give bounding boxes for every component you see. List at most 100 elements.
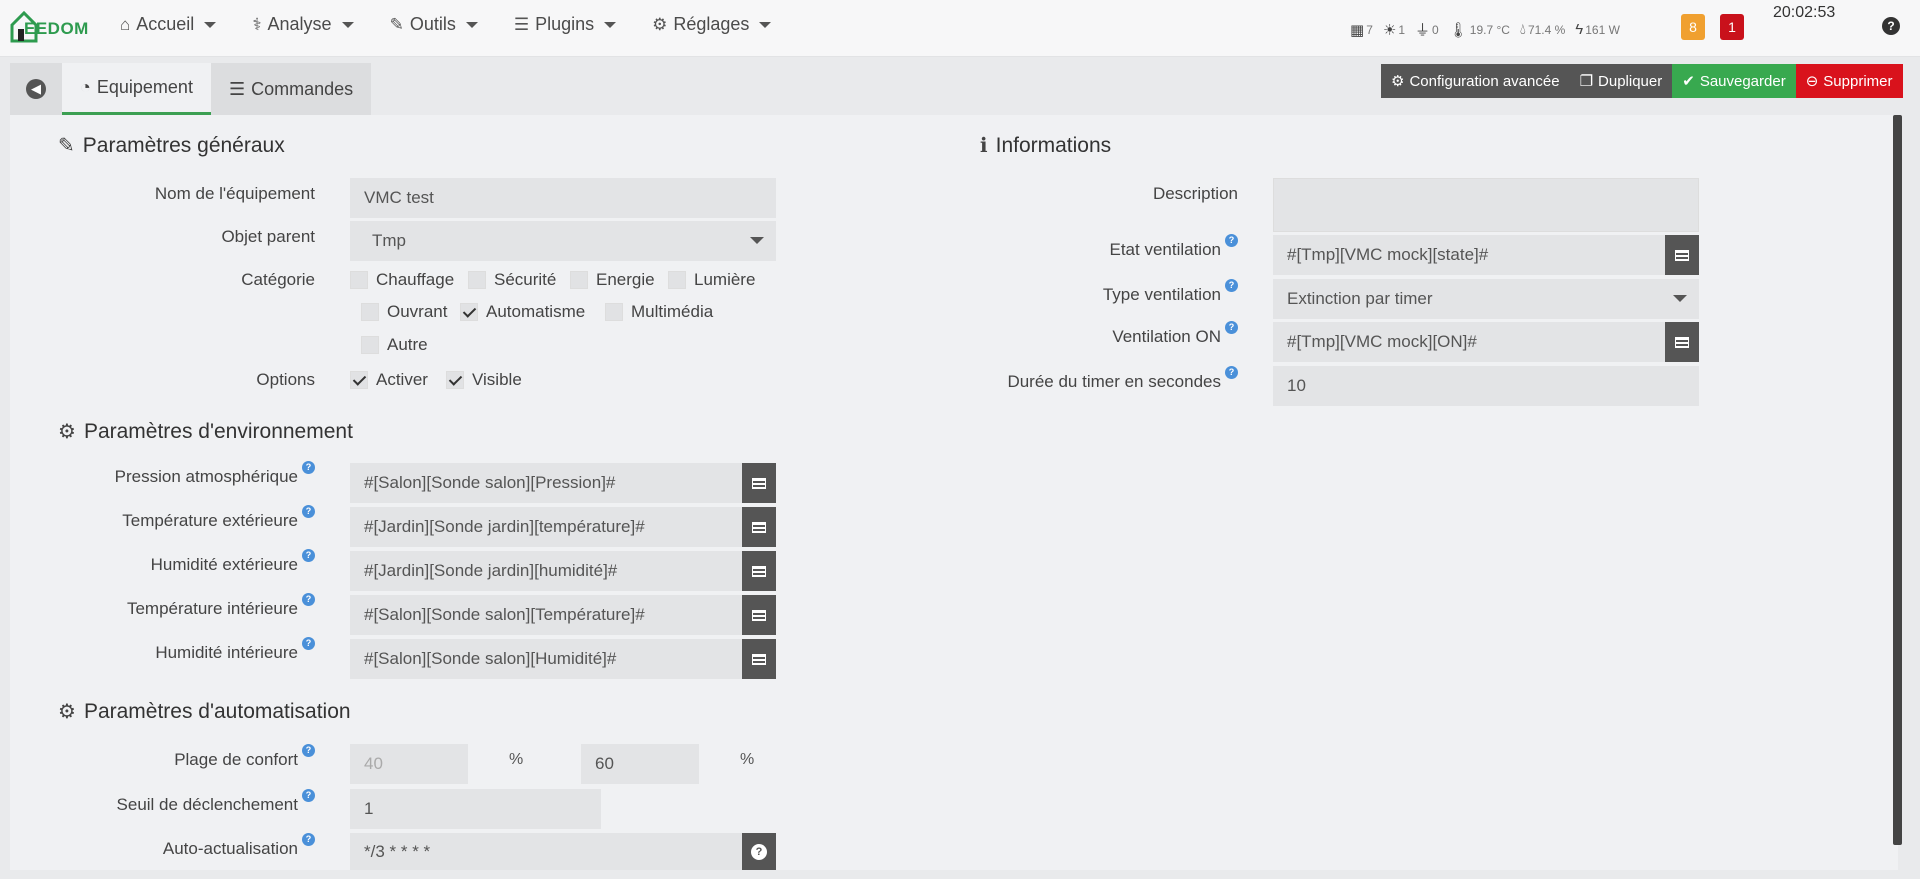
plug-icon: ⏚ (1415, 22, 1431, 39)
tasks-icon: ☰ (513, 14, 530, 34)
save-button[interactable]: ✔ Sauvegarder (1672, 64, 1796, 98)
threshold-input[interactable]: 1 (350, 789, 601, 829)
delete-button[interactable]: ⊖ Supprimer (1795, 64, 1903, 98)
humidity-summary[interactable]: 💧︎ 71.4 % (1520, 21, 1565, 38)
refresh-input[interactable]: */3 * * * * (350, 833, 742, 870)
stethoscope-icon: ⚕ (252, 14, 262, 34)
list-icon: ☰ (228, 78, 246, 99)
help-icon[interactable]: ? (1225, 279, 1238, 292)
checkbox-checked[interactable] (446, 371, 464, 389)
help-icon[interactable]: ? (1225, 321, 1238, 334)
shutters-summary[interactable]: ▦ 7 (1350, 21, 1373, 39)
category-autre[interactable]: Autre (361, 335, 428, 355)
category-automatisme[interactable]: Automatisme (460, 302, 585, 322)
question-circle-icon: ? (751, 843, 767, 860)
timer-input[interactable]: 10 (1273, 366, 1699, 406)
select-command-button[interactable] (1665, 322, 1699, 362)
checkbox[interactable] (468, 271, 486, 289)
cron-help-button[interactable]: ? (742, 833, 776, 870)
category-energie[interactable]: Energie (570, 270, 655, 290)
dashboard-icon: ◔ (80, 77, 91, 97)
checkbox[interactable] (361, 336, 379, 354)
name-input[interactable]: VMC test (350, 178, 776, 218)
help-icon[interactable]: ? (1882, 17, 1900, 35)
environment-section-title: ⚙ Paramètres d'environnement (58, 419, 353, 444)
select-command-button[interactable] (742, 463, 776, 503)
category-multimedia[interactable]: Multimédia (605, 302, 713, 322)
checkbox[interactable] (570, 271, 588, 289)
power-summary[interactable]: ϟ 161 W (1575, 21, 1620, 38)
menu-outils[interactable]: ✎ Outils (390, 14, 478, 35)
type-select[interactable]: Extinction par timer (1273, 279, 1699, 319)
category-securite[interactable]: Sécurité (468, 270, 556, 290)
top-navbar: EEDOM ⌂ Accueil ⚕ Analyse ✎ Outils ☰ Plu… (0, 0, 1920, 57)
advanced-config-button[interactable]: ⚙ Configuration avancée (1381, 64, 1570, 98)
select-command-button[interactable] (1665, 235, 1699, 275)
description-textarea[interactable] (1273, 178, 1699, 232)
info-section-title: ℹ Informations (980, 133, 1112, 158)
env-label-pression: Pression atmosphérique? (115, 461, 315, 487)
cogs-icon: ⚙ (58, 701, 76, 723)
summary-status-bar: ▦ 7 ☀ 1 ⏚ 0 🌡︎ 19.7 °C 💧︎ 71.4 % ϟ 161 W (1350, 19, 1620, 40)
threshold-label: Seuil de déclenchement? (117, 789, 315, 815)
on-input[interactable]: #[Tmp][VMC mock][ON]# (1273, 322, 1665, 362)
menu-accueil-label: Accueil (136, 14, 195, 34)
env-input-temp-int[interactable]: #[Salon][Sonde salon][Température]# (350, 595, 742, 635)
state-input[interactable]: #[Tmp][VMC mock][state]# (1273, 235, 1665, 275)
help-icon[interactable]: ? (1225, 366, 1238, 379)
clock: 20:02:53 (1773, 4, 1836, 21)
option-activer[interactable]: Activer (350, 370, 428, 390)
check-circle-icon: ✔ (1682, 73, 1695, 90)
menu-analyse[interactable]: ⚕ Analyse (252, 14, 354, 35)
select-command-button[interactable] (742, 507, 776, 547)
tab-commandes[interactable]: ☰ Commandes (210, 63, 372, 115)
checkbox[interactable] (361, 303, 379, 321)
env-input-pression[interactable]: #[Salon][Sonde salon][Pression]# (350, 463, 742, 503)
comfort-max-unit: % (740, 751, 755, 768)
env-input-temp-ext[interactable]: #[Jardin][Sonde jardin][température]# (350, 507, 742, 547)
help-icon[interactable]: ? (302, 744, 315, 757)
parent-select[interactable]: Tmp (350, 221, 776, 261)
checkbox-checked[interactable] (460, 303, 478, 321)
help-icon[interactable]: ? (302, 789, 315, 802)
lights-summary[interactable]: ☀ 1 (1383, 21, 1405, 39)
category-chauffage[interactable]: Chauffage (350, 270, 454, 290)
select-command-button[interactable] (742, 595, 776, 635)
category-ouvrant[interactable]: Ouvrant (361, 302, 447, 322)
temperature-summary[interactable]: 🌡︎ 19.7 °C (1449, 21, 1510, 39)
alert-badge[interactable]: 1 (1720, 14, 1744, 40)
help-icon[interactable]: ? (302, 549, 315, 562)
scrollbar[interactable] (1893, 115, 1902, 845)
help-icon[interactable]: ? (302, 593, 315, 606)
help-icon[interactable]: ? (302, 833, 315, 846)
comfort-max-input[interactable]: 60 (581, 744, 699, 784)
checkbox[interactable] (668, 271, 686, 289)
help-icon[interactable]: ? (302, 637, 315, 650)
plugs-summary[interactable]: ⏚ 0 (1415, 19, 1439, 40)
checkbox[interactable] (605, 303, 623, 321)
back-button[interactable]: ◀ (10, 63, 62, 115)
checkbox-checked[interactable] (350, 371, 368, 389)
duplicate-button[interactable]: ❐ Dupliquer (1569, 64, 1673, 98)
warning-badge[interactable]: 8 (1681, 14, 1705, 40)
select-command-button[interactable] (742, 639, 776, 679)
caret-down-icon (604, 21, 617, 28)
checkbox[interactable] (350, 271, 368, 289)
category-lumiere[interactable]: Lumière (668, 270, 755, 290)
comfort-min-input[interactable]: 40 (350, 744, 468, 784)
list-alt-icon (752, 609, 766, 621)
name-label: Nom de l'équipement (154, 184, 315, 203)
select-command-button[interactable] (742, 551, 776, 591)
help-icon[interactable]: ? (302, 505, 315, 518)
menu-reglages[interactable]: ⚙ Réglages (652, 14, 772, 35)
gear-icon: ⚙ (652, 14, 668, 34)
menu-plugins[interactable]: ☰ Plugins (513, 14, 617, 35)
env-input-hum-int[interactable]: #[Salon][Sonde salon][Humidité]# (350, 639, 742, 679)
option-visible[interactable]: Visible (446, 370, 522, 390)
on-label: Ventilation ON? (1112, 321, 1238, 347)
env-input-hum-ext[interactable]: #[Jardin][Sonde jardin][humidité]# (350, 551, 742, 591)
help-icon[interactable]: ? (1225, 234, 1238, 247)
tab-equipement[interactable]: ◔ Equipement (62, 63, 211, 115)
help-icon[interactable]: ? (302, 461, 315, 474)
menu-accueil[interactable]: ⌂ Accueil (120, 14, 217, 35)
